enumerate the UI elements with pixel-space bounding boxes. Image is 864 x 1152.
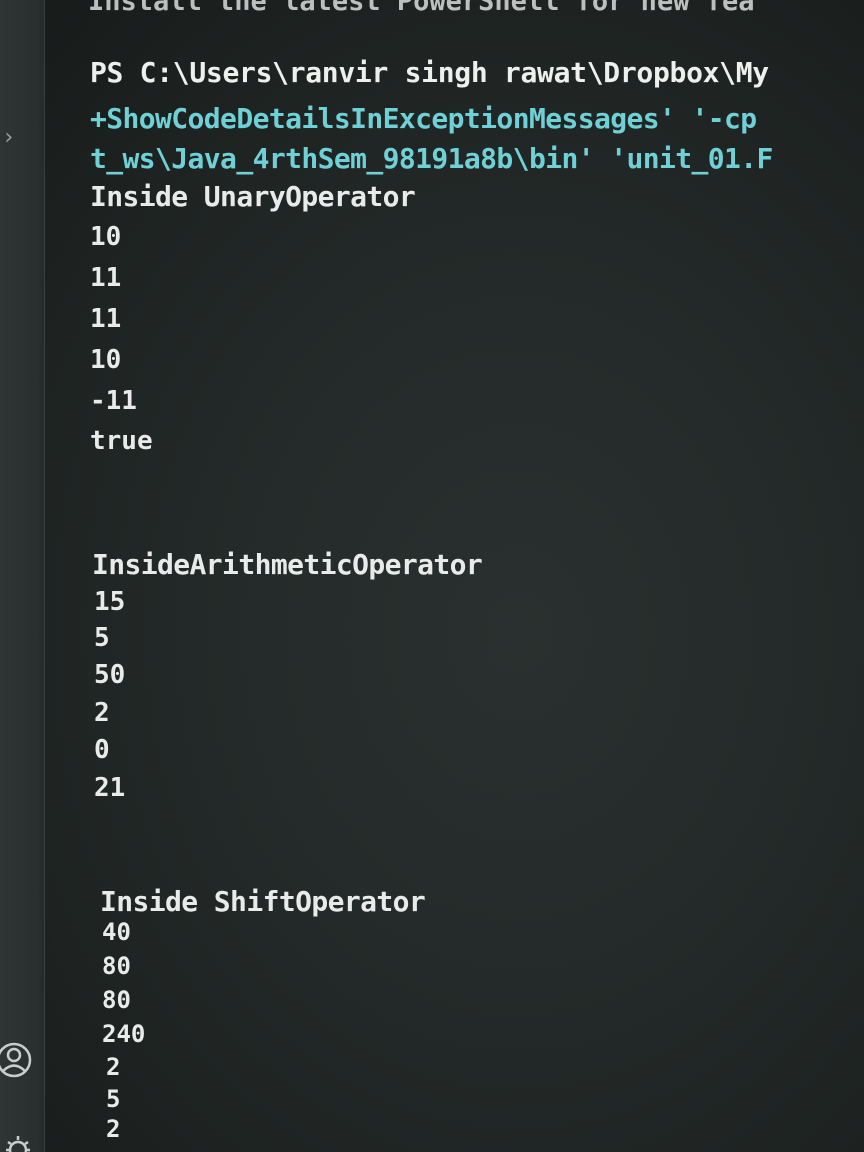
output-line: 11: [90, 263, 122, 293]
output-line: 11: [90, 304, 122, 334]
output-section-title: InsideArithmeticOperator: [92, 548, 483, 581]
gear-icon[interactable]: [2, 1128, 38, 1152]
output-line: 5: [106, 1085, 121, 1113]
output-line: 2: [94, 698, 110, 728]
output-line: 40: [102, 918, 131, 946]
terminal-panel[interactable]: Install the latest PowerShell for new fe…: [88, 0, 864, 1152]
powershell-upgrade-message: Install the latest PowerShell for new fe…: [88, 0, 755, 17]
output-line: 2: [106, 1115, 121, 1143]
output-line: 2: [106, 1053, 121, 1081]
output-line: 10: [90, 345, 122, 375]
output-line: 5: [94, 623, 110, 653]
chevron-right-icon[interactable]: ›: [2, 127, 16, 149]
output-line: 10: [90, 222, 122, 252]
output-section-title: Inside ShiftOperator: [100, 885, 426, 918]
account-icon[interactable]: [0, 1040, 40, 1080]
output-section-title: Inside UnaryOperator: [90, 180, 416, 213]
output-line: -11: [90, 386, 137, 416]
output-line: 240: [102, 1020, 146, 1048]
output-line: 50: [94, 660, 126, 690]
output-line: true: [90, 426, 153, 456]
output-line: 80: [102, 952, 131, 980]
terminal-prompt: PS C:\Users\ranvir singh rawat\Dropbox\M…: [90, 56, 769, 89]
command-line: +ShowCodeDetailsInExceptionMessages' '-c…: [90, 102, 757, 135]
activity-bar: ›: [0, 0, 45, 1152]
output-line: 15: [94, 587, 126, 617]
output-line: 21: [94, 773, 126, 803]
command-line: t_ws\Java_4rthSem_98191a8b\bin' 'unit_01…: [90, 142, 773, 175]
output-line: 0: [94, 735, 110, 765]
output-line: 80: [102, 986, 131, 1014]
